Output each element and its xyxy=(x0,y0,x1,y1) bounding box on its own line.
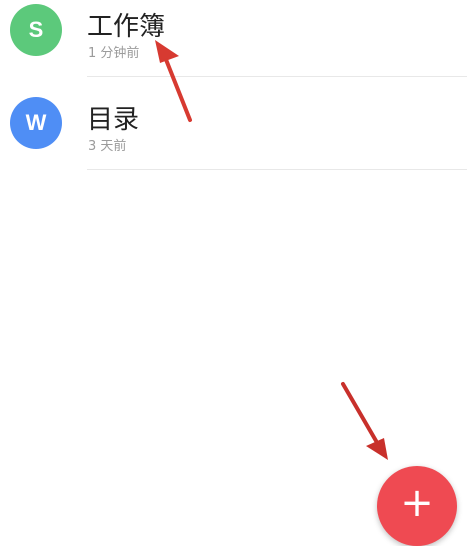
document-avatar-icon: W xyxy=(10,97,62,149)
file-modified-time: 1 分钟前 xyxy=(88,46,140,61)
file-list: S 工作簿 1 分钟前 W 目录 3 天前 xyxy=(0,0,467,170)
file-title: 工作簿 xyxy=(87,12,166,42)
file-title: 目录 xyxy=(87,105,140,135)
spreadsheet-avatar-icon: S xyxy=(10,4,62,56)
add-button[interactable]: + xyxy=(377,466,457,546)
file-item-catalog[interactable]: W 目录 3 天前 xyxy=(0,77,467,170)
file-modified-time: 3 天前 xyxy=(88,139,127,154)
divider xyxy=(87,169,467,170)
annotation-arrow-icon xyxy=(341,382,388,460)
file-item-workbook[interactable]: S 工作簿 1 分钟前 xyxy=(0,0,467,77)
